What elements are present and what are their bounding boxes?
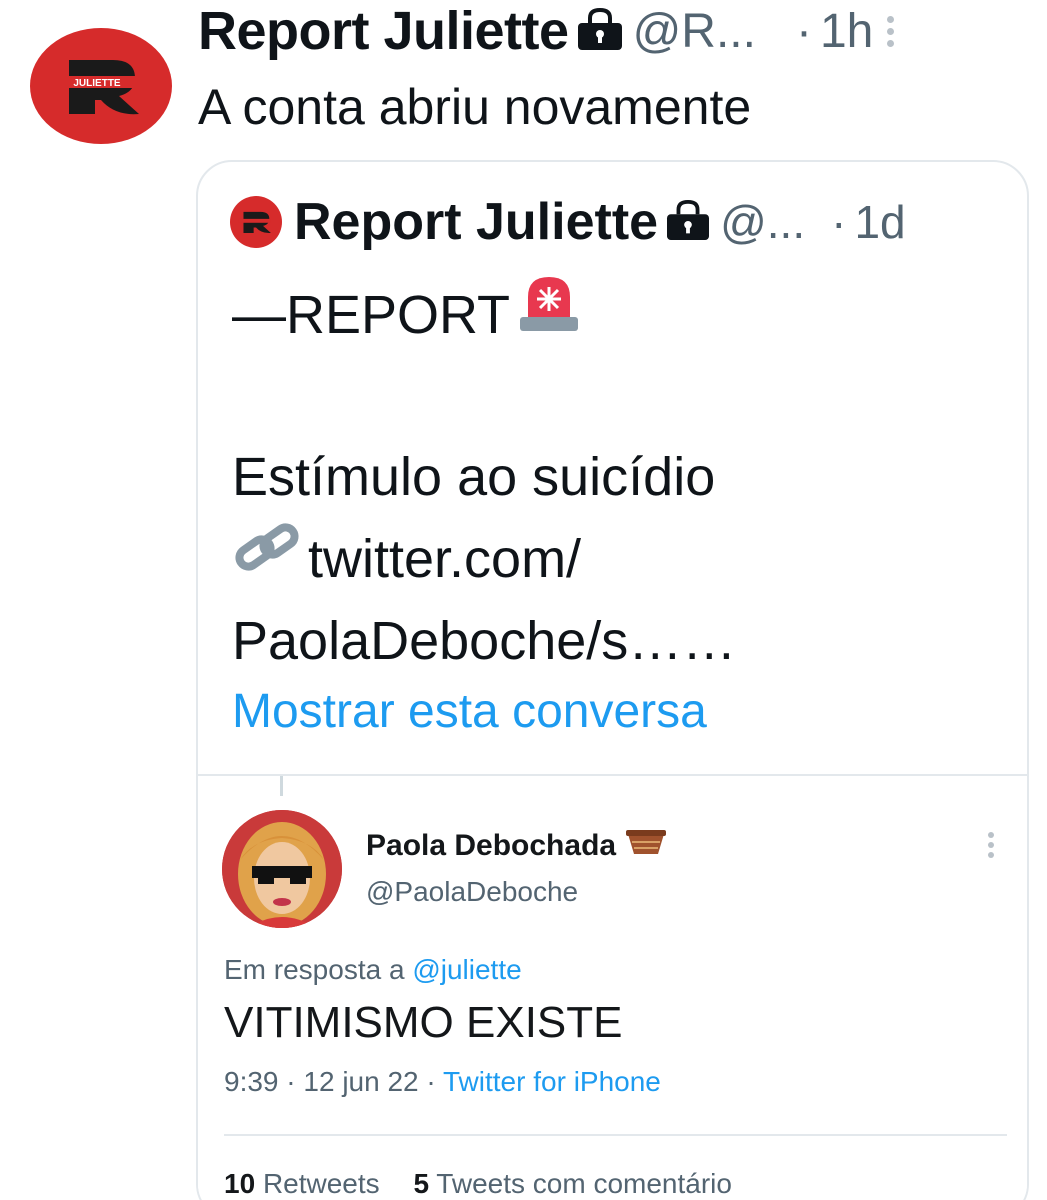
thread-line (280, 776, 283, 796)
more-vertical-icon (988, 832, 994, 858)
quoted-tweet-text: —REPORT Estímulo ao suicídio twitter.com… (232, 274, 1012, 682)
quoted-avatar (230, 196, 282, 248)
quoted-tweet-card[interactable]: Report Juliette @... · 1d —REPORT Estímu… (196, 160, 1029, 1200)
rotating-light-icon (514, 271, 584, 360)
embedded-tweet-meta: 9:39 · 12 jun 22 · Twitter for iPhone (224, 1066, 661, 1098)
reply-mention: @juliette (412, 954, 522, 985)
lock-icon (575, 7, 625, 56)
quoted-tweet-time: 1d (854, 196, 906, 248)
quoted-line-report: —REPORT (232, 284, 511, 345)
author-handle[interactable]: @R... (633, 4, 756, 59)
embedded-source: Twitter for iPhone (443, 1066, 661, 1097)
basket-icon (626, 828, 667, 864)
embedded-author-name: Paola Debochada (366, 828, 667, 864)
quoted-link-path[interactable]: PaolaDeboche/s…… (232, 601, 736, 682)
reply-context: Em resposta a @juliette (224, 954, 522, 986)
tweet-header: Report Juliette @R... · 1h (198, 0, 1027, 62)
embedded-tweet-screenshot: Paola Debochada @PaolaDeboche Em respost… (198, 774, 1027, 1200)
show-conversation-link[interactable]: Mostrar esta conversa (232, 684, 707, 739)
logo-text: JULIETTE (73, 78, 121, 89)
quoted-link-domain[interactable]: twitter.com/ (308, 519, 581, 600)
author-name[interactable]: Report Juliette (198, 0, 569, 62)
quoted-author-handle: @... (720, 196, 806, 248)
avatar[interactable]: JULIETTE (30, 28, 172, 144)
avatar (222, 810, 342, 928)
quoted-line-reason: Estímulo ao suicídio (232, 446, 716, 507)
separator-dot: · (795, 4, 812, 58)
embedded-tweet-text: VITIMISMO EXISTE (224, 998, 623, 1047)
lock-icon (664, 199, 712, 246)
tweet-text: A conta abriu novamente (198, 79, 752, 135)
embedded-author-handle: @PaolaDeboche (366, 876, 579, 907)
embedded-author-name-text: Paola Debochada (366, 829, 617, 862)
reply-prefix: Em resposta a (224, 954, 405, 985)
separator-dot: · (831, 196, 847, 248)
quotes-label: Tweets com comentário (436, 1168, 732, 1199)
embedded-time: 9:39 (224, 1066, 279, 1097)
meta-separator: · (286, 1066, 296, 1097)
link-icon (232, 518, 302, 601)
retweets-count: 10 (224, 1168, 256, 1199)
tweet-time[interactable]: 1h (820, 4, 873, 59)
retweets-label: Retweets (262, 1168, 380, 1199)
quoted-tweet-header: Report Juliette @... · 1d (230, 192, 1007, 252)
quotes-count: 5 (413, 1168, 430, 1199)
more-vertical-icon[interactable] (887, 15, 895, 47)
quoted-author-name: Report Juliette (294, 193, 659, 251)
meta-separator: · (426, 1066, 436, 1097)
embedded-date: 12 jun 22 (303, 1066, 419, 1097)
divider (224, 1134, 1007, 1136)
embedded-tweet-stats: 10 Retweets 5 Tweets com comentário (224, 1168, 732, 1200)
tweet-screen: JULIETTE Report Juliette @R... · 1h A co… (0, 0, 1047, 1200)
report-juliette-logo: JULIETTE (57, 60, 139, 115)
